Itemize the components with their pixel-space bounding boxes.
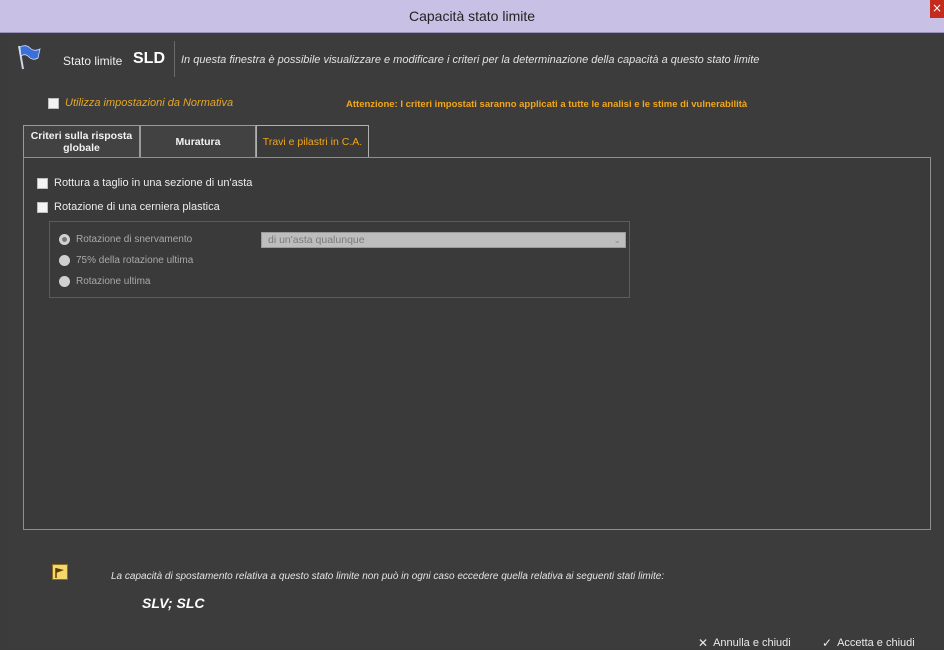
radio-button-selected[interactable] (59, 234, 70, 245)
rotazione-cerniera-checkbox[interactable] (37, 201, 48, 213)
close-icon[interactable]: × (930, 0, 944, 18)
rotation-options-group: Rotazione di snervamento 75% della rotaz… (49, 221, 630, 298)
radio-label: Rotazione ultima (76, 276, 151, 287)
option-label: Rottura a taglio in una sezione di un'as… (54, 177, 253, 189)
attention-message: Attenzione: I criteri impostati saranno … (346, 99, 748, 110)
radio-button[interactable] (59, 276, 70, 287)
tab-travi-pilastri-ca[interactable]: Travi e pilastri in C.A. (256, 125, 369, 158)
header-description: In questa finestra è possibile visualizz… (181, 54, 760, 66)
tab-label: Criteri sulla risposta globale (30, 129, 133, 154)
blue-flag-icon (16, 43, 42, 75)
normativa-label: Utilizza impostazioni da Normativa (65, 97, 234, 109)
tab-muratura[interactable]: Muratura (140, 125, 256, 157)
header-divider (174, 41, 175, 77)
normativa-checkbox[interactable] (48, 97, 59, 109)
radio-label: 75% della rotazione ultima (76, 255, 194, 266)
dialog-body: Stato limite SLD In questa finestra è po… (8, 33, 940, 650)
asta-select[interactable]: di un'asta qualunque ⌄ (261, 232, 626, 248)
chevron-down-icon: ⌄ (613, 235, 621, 245)
stato-limite-label: Stato limite (63, 54, 123, 68)
tab-criteri-risposta-globale[interactable]: Criteri sulla risposta globale (23, 125, 140, 157)
tab-panel: Rottura a taglio in una sezione di un'as… (23, 157, 931, 530)
radio-button[interactable] (59, 255, 70, 266)
radio-rotazione-ultima[interactable]: Rotazione ultima (59, 276, 150, 287)
option-rotazione-cerniera[interactable]: Rotazione di una cerniera plastica (37, 201, 220, 213)
asta-select-value: di un'asta qualunque (268, 234, 365, 246)
option-rottura-taglio[interactable]: Rottura a taglio in una sezione di un'as… (37, 177, 252, 189)
radio-rotazione-snervamento[interactable]: Rotazione di snervamento (59, 234, 192, 245)
title-bar: Capacità stato limite × (0, 0, 944, 33)
radio-label: Rotazione di snervamento (76, 234, 193, 245)
tab-label: Travi e pilastri in C.A. (262, 135, 363, 148)
window-title: Capacità stato limite (408, 8, 536, 24)
rottura-taglio-checkbox[interactable] (37, 177, 48, 189)
yellow-flag-icon (52, 564, 68, 580)
radio-75-rotazione-ultima[interactable]: 75% della rotazione ultima (59, 255, 193, 266)
stato-limite-code: SLD (133, 50, 165, 67)
header: Stato limite SLD In questa finestra è po… (8, 33, 940, 88)
normativa-checkbox-row[interactable]: Utilizza impostazioni da Normativa (48, 97, 233, 109)
option-label: Rotazione di una cerniera plastica (54, 201, 220, 213)
limit-states-list: SLV; SLC (142, 595, 205, 611)
cancel-label: Annulla e chiudi (713, 637, 791, 649)
accept-label: Accetta e chiudi (837, 637, 915, 649)
tab-label: Muratura (175, 135, 221, 148)
info-message: La capacità di spostamento relativa a qu… (111, 571, 665, 582)
